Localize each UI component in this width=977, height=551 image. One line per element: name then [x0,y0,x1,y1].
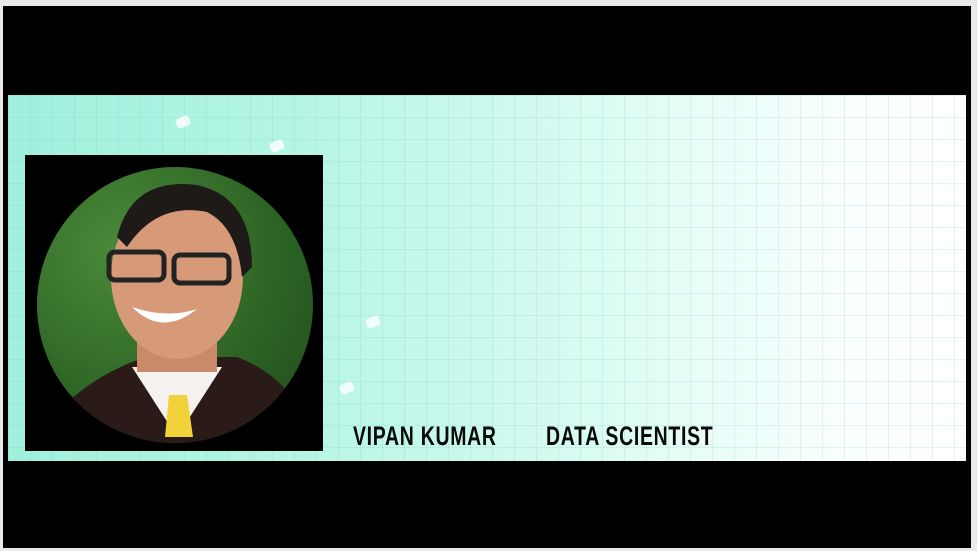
avatar [37,167,313,443]
presenter-title: DATA SCIENTIST [546,421,714,451]
profile-photo-frame [25,155,323,451]
person-portrait-icon [57,184,299,443]
presenter-name: VIPAN KUMAR [353,421,497,451]
